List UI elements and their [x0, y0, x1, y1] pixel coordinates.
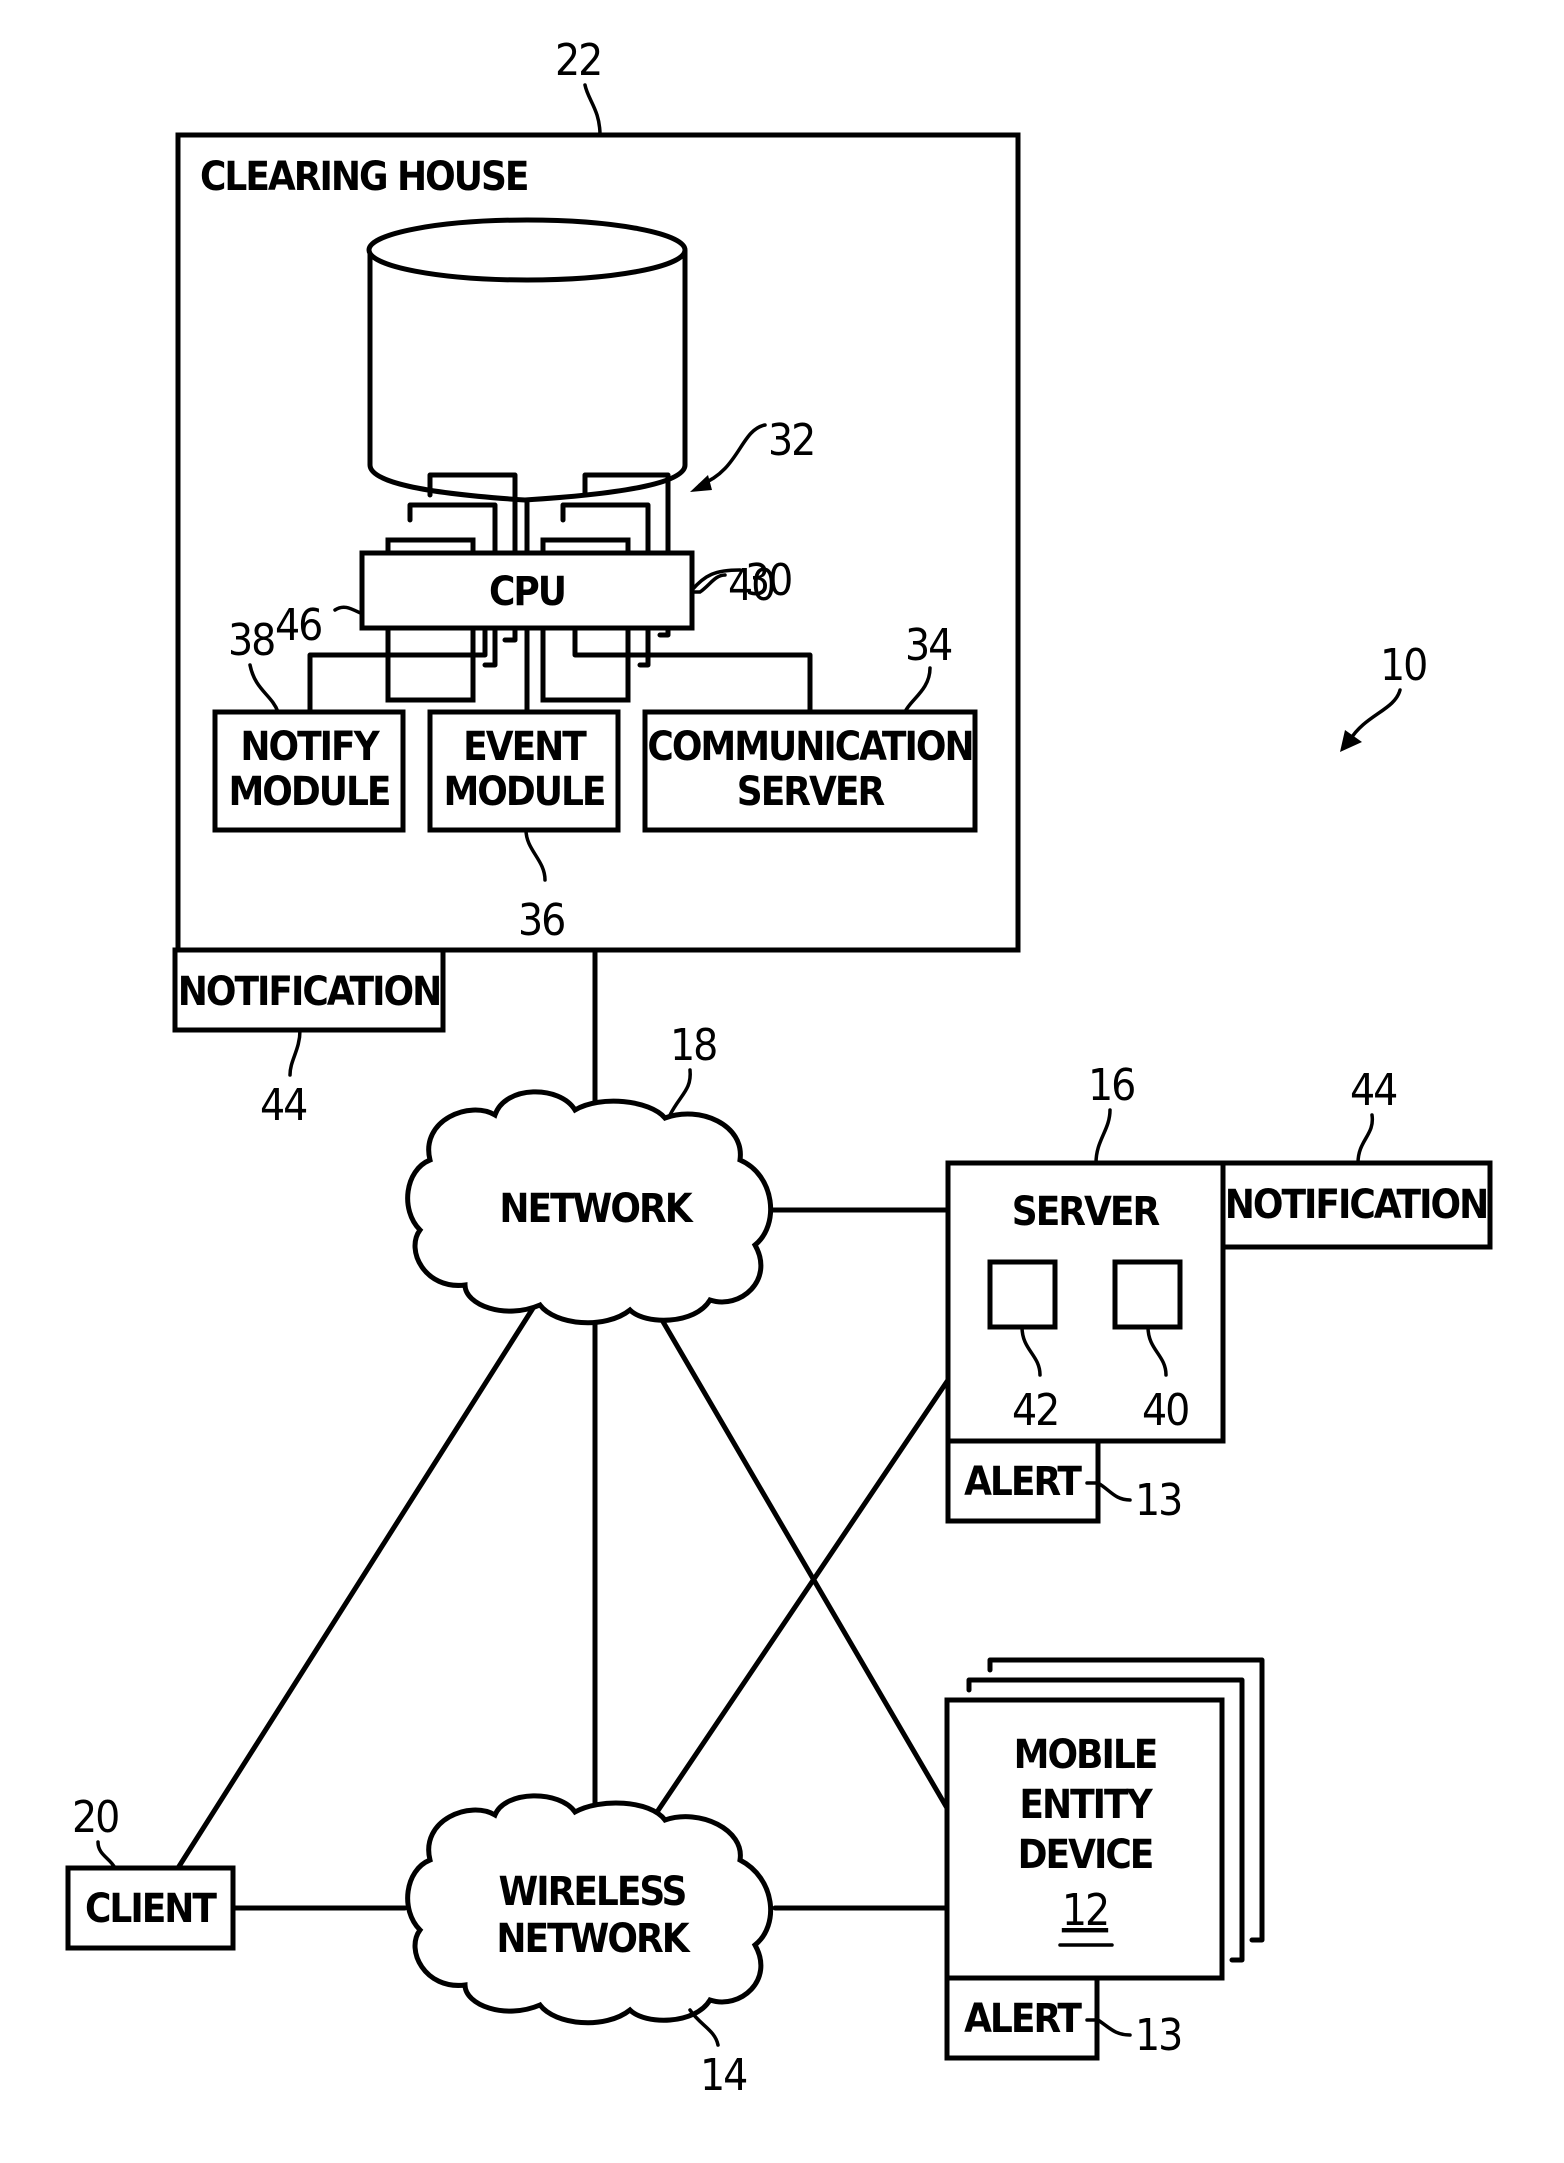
ref-22: 22 — [555, 35, 601, 86]
system-diagram: CLEARING HOUSE 22 46 40 32 CPU 30 NOTIFY… — [65, 35, 1493, 2101]
communication-server-line2: SERVER — [737, 769, 885, 815]
ref-38: 38 — [228, 615, 274, 666]
leader-22 — [583, 83, 602, 137]
ref-46: 46 — [275, 600, 321, 651]
ref-16: 16 — [1088, 1060, 1134, 1111]
leader-44 — [288, 1028, 302, 1077]
mobile-device-line2: ENTITY — [1019, 1782, 1153, 1828]
client-label: CLIENT — [85, 1886, 217, 1932]
server-item-40 — [1112, 1259, 1183, 1330]
notification-left[interactable]: NOTIFICATION 44 — [172, 947, 446, 1131]
mobile-device-line1: MOBILE — [1014, 1732, 1157, 1778]
wireless-network-line2: NETWORK — [496, 1916, 690, 1962]
ref-18: 18 — [670, 1020, 716, 1071]
leader-18 — [668, 1068, 692, 1117]
ref-30: 30 — [745, 555, 791, 606]
leader-16 — [1094, 1108, 1112, 1165]
notify-module-line2: MODULE — [228, 769, 389, 815]
mobile-device-line3: DEVICE — [1018, 1832, 1153, 1878]
ref-44: 44 — [260, 1080, 306, 1131]
ref-14: 14 — [700, 2050, 746, 2101]
ref-40: 40 — [1142, 1385, 1188, 1436]
link-network-mobile — [652, 1305, 950, 1811]
ref-42: 42 — [1012, 1385, 1058, 1436]
notification-left-label: NOTIFICATION — [178, 969, 440, 1015]
mobile-device[interactable]: MOBILE ENTITY DEVICE 12 — [944, 1657, 1265, 1981]
server-label: SERVER — [1012, 1189, 1160, 1235]
event-module-line2: MODULE — [443, 769, 604, 815]
figure-ref: 10 — [1340, 640, 1428, 752]
leader-44 — [1356, 1113, 1375, 1165]
mobile-alert-label: ALERT — [964, 1996, 1082, 2042]
cpu-label: CPU — [489, 569, 565, 615]
network-label: NETWORK — [499, 1186, 693, 1232]
notification-right-label: NOTIFICATION — [1225, 1182, 1487, 1228]
link-network-client — [175, 1302, 538, 1871]
notify-module-line1: NOTIFY — [240, 724, 380, 770]
ref-36: 36 — [518, 895, 564, 946]
network-cloud[interactable]: NETWORK 18 — [405, 1020, 773, 1326]
ref-13: 13 — [1135, 1475, 1181, 1526]
link-server-wireless — [652, 1377, 951, 1818]
wireless-network-line1: WIRELESS — [499, 1869, 686, 1915]
server-alert-label: ALERT — [964, 1459, 1082, 1505]
ref-20: 20 — [72, 1792, 118, 1843]
event-module-line1: EVENT — [463, 724, 587, 770]
database-body — [367, 250, 688, 503]
wireless-network-cloud[interactable]: WIRELESS NETWORK 14 — [405, 1793, 773, 2101]
database-top — [366, 217, 688, 283]
leader-10 — [1348, 688, 1402, 742]
leader-14 — [688, 2008, 720, 2047]
mobile-alert[interactable]: ALERT 13 — [944, 1975, 1183, 2061]
arrowhead-icon — [1340, 730, 1362, 752]
ref-12: 12 — [1062, 1885, 1108, 1936]
server-alert[interactable]: ALERT 13 — [945, 1438, 1183, 1526]
ref-32: 32 — [768, 415, 814, 466]
server[interactable]: SERVER 42 40 16 — [945, 1060, 1226, 1444]
ref-13: 13 — [1135, 2010, 1181, 2061]
ref-34: 34 — [905, 620, 951, 671]
client[interactable]: CLIENT 20 — [65, 1792, 236, 1951]
clearing-house-title: CLEARING HOUSE — [200, 154, 527, 200]
ref-44: 44 — [1350, 1065, 1396, 1116]
communication-server-line1: COMMUNICATION — [647, 724, 972, 770]
server-item-42 — [987, 1259, 1058, 1330]
leader-20 — [96, 1840, 117, 1870]
ref-10: 10 — [1380, 640, 1426, 691]
notification-right[interactable]: NOTIFICATION 44 — [1220, 1065, 1493, 1250]
